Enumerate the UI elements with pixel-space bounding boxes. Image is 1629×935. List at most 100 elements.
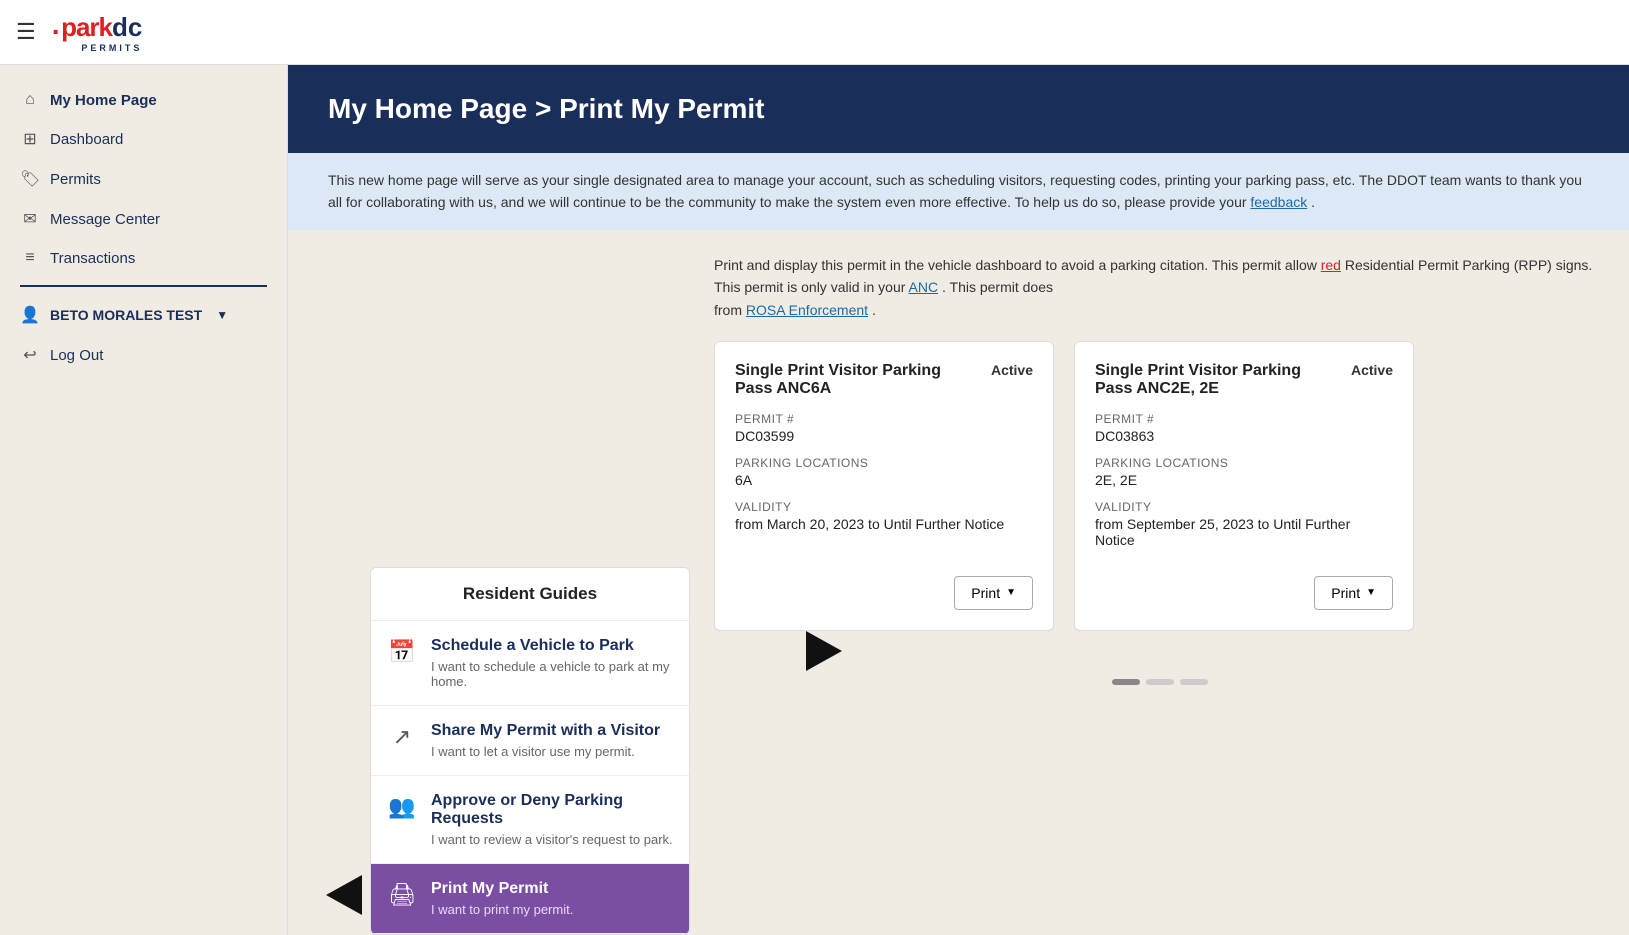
calendar-icon: 📅 [387, 639, 417, 665]
permit-card-2-status: Active [1351, 362, 1393, 378]
print-button-2-label: Print [1331, 585, 1360, 601]
permit-card-2-locations-field: Parking Locations 2E, 2E [1095, 456, 1393, 488]
page-header: My Home Page > Print My Permit [288, 65, 1629, 153]
guide-item-approve-content: Approve or Deny Parking Requests I want … [431, 792, 673, 847]
permit-card-2-locations-label: Parking Locations [1095, 456, 1393, 470]
guides-panel: Resident Guides 📅 Schedule a Vehicle to … [370, 567, 690, 935]
permits-desc-text4: . [872, 302, 876, 318]
permit-card-1-number-label: PERMIT # [735, 412, 1033, 426]
permit-card-2-validity-label: Validity [1095, 500, 1393, 514]
info-text-end: . [1311, 194, 1315, 210]
logo-dc: dc [112, 12, 142, 43]
permit-card-2-validity-field: Validity from September 25, 2023 to Unti… [1095, 500, 1393, 548]
sidebar: ⌂ My Home Page ⊞ Dashboard 🏷 Permits ✉ M… [0, 65, 288, 935]
share-icon: ↗ [387, 724, 417, 750]
red-link[interactable]: red [1321, 257, 1341, 273]
permits-desc-from: from [714, 302, 746, 318]
left-arrow-container [312, 875, 362, 915]
user-icon: 👤 [20, 305, 40, 325]
permits-section: Print and display this permit in the veh… [714, 254, 1605, 935]
sidebar-item-permits-label: Permits [50, 171, 101, 188]
guides-header: Resident Guides [371, 568, 689, 621]
guide-share-title: Share My Permit with a Visitor [431, 722, 660, 740]
logo-permits: PERMITS [61, 43, 142, 53]
guide-share-desc: I want to let a visitor use my permit. [431, 744, 660, 759]
guide-approve-title: Approve or Deny Parking Requests [431, 792, 673, 828]
sidebar-user[interactable]: 👤 BETO MORALES TEST ▼ [0, 295, 287, 335]
permits-desc-text1: Print and display this permit in the veh… [714, 257, 1317, 273]
right-arrow [806, 631, 856, 671]
guide-item-share[interactable]: ↗ Share My Permit with a Visitor I want … [371, 706, 689, 776]
content-area: My Home Page > Print My Permit This new … [288, 65, 1629, 935]
guide-schedule-title: Schedule a Vehicle to Park [431, 637, 673, 655]
permit-card-2-validity-value: from September 25, 2023 to Until Further… [1095, 516, 1393, 548]
permit-card-2-number-value: DC03863 [1095, 428, 1393, 444]
permit-card-1-name: Single Print Visitor Parking Pass ANC6A [735, 362, 981, 398]
messages-icon: ✉ [20, 209, 40, 229]
permit-card-2-name: Single Print Visitor Parking Pass ANC2E,… [1095, 362, 1341, 398]
guide-item-print-content: Print My Permit I want to print my permi… [431, 880, 573, 917]
print-icon: 🖨 [387, 882, 417, 908]
dropdown-arrow-icon-1: ▼ [1006, 587, 1016, 598]
sidebar-item-transactions-label: Transactions [50, 250, 135, 267]
pagination-dots [714, 671, 1605, 693]
permit-card-1-validity-value: from March 20, 2023 to Until Further Not… [735, 516, 1033, 532]
logo: · park dc PERMITS [52, 12, 143, 53]
sidebar-item-transactions[interactable]: ≡ Transactions [0, 239, 287, 277]
dropdown-arrow-icon-2: ▼ [1366, 587, 1376, 598]
permit-card-2: Single Print Visitor Parking Pass ANC2E,… [1074, 341, 1414, 631]
guide-item-approve[interactable]: 👥 Approve or Deny Parking Requests I wan… [371, 776, 689, 864]
permit-card-2-number-field: PERMIT # DC03863 [1095, 412, 1393, 444]
anc-link[interactable]: ANC [909, 279, 939, 295]
main-content: Resident Guides 📅 Schedule a Vehicle to … [288, 230, 1629, 935]
chevron-down-icon: ▼ [216, 308, 228, 322]
feedback-link[interactable]: feedback [1250, 194, 1307, 210]
people-icon: 👥 [387, 794, 417, 820]
permits-description: Print and display this permit in the veh… [714, 254, 1605, 321]
permit-cards-row: Single Print Visitor Parking Pass ANC6A … [714, 341, 1605, 671]
permit-card-2-footer: Print ▼ [1095, 560, 1393, 610]
top-navigation: ☰ · park dc PERMITS [0, 0, 1629, 65]
logout-icon: ↩ [20, 345, 40, 365]
permit-card-1-footer: Print ▼ [735, 560, 1033, 610]
permit-card-1-locations-label: Parking Locations [735, 456, 1033, 470]
guides-container: Resident Guides 📅 Schedule a Vehicle to … [312, 254, 690, 935]
print-button-1-label: Print [971, 585, 1000, 601]
sidebar-item-messages[interactable]: ✉ Message Center [0, 199, 287, 239]
guide-item-print[interactable]: 🖨 Print My Permit I want to print my per… [371, 864, 689, 934]
info-text-3: the community to make the system even mo… [665, 194, 1250, 210]
page-breadcrumb: My Home Page > Print My Permit [328, 93, 764, 124]
guide-item-schedule[interactable]: 📅 Schedule a Vehicle to Park I want to s… [371, 621, 689, 706]
logo-park: park [61, 12, 112, 43]
permits-desc-text3: . This permit does [942, 279, 1053, 295]
left-arrow [312, 875, 362, 915]
rosa-link[interactable]: ROSA Enforcement [746, 302, 868, 318]
permit-card-2-number-label: PERMIT # [1095, 412, 1393, 426]
print-button-1[interactable]: Print ▼ [954, 576, 1033, 610]
sidebar-logout-label: Log Out [50, 347, 103, 364]
permit-card-1-locations-field: Parking Locations 6A [735, 456, 1033, 488]
sidebar-item-home[interactable]: ⌂ My Home Page [0, 81, 287, 119]
sidebar-item-permits[interactable]: 🏷 Permits [0, 159, 287, 199]
hamburger-menu[interactable]: ☰ [16, 19, 36, 45]
logo-dot: · [52, 16, 61, 48]
transactions-icon: ≡ [20, 249, 40, 267]
guide-print-desc: I want to print my permit. [431, 902, 573, 917]
guide-schedule-desc: I want to schedule a vehicle to park at … [431, 659, 673, 689]
dashboard-icon: ⊞ [20, 129, 40, 149]
dot-3 [1180, 679, 1208, 685]
print-button-2[interactable]: Print ▼ [1314, 576, 1393, 610]
sidebar-item-messages-label: Message Center [50, 211, 160, 228]
permit-card-1-validity-label: Validity [735, 500, 1033, 514]
permit-cards: Single Print Visitor Parking Pass ANC6A … [714, 341, 1414, 647]
sidebar-item-home-label: My Home Page [50, 92, 157, 109]
sidebar-item-dashboard-label: Dashboard [50, 131, 123, 148]
dot-2 [1146, 679, 1174, 685]
sidebar-item-dashboard[interactable]: ⊞ Dashboard [0, 119, 287, 159]
guide-item-share-content: Share My Permit with a Visitor I want to… [431, 722, 660, 759]
permit-card-1-locations-value: 6A [735, 472, 1033, 488]
sidebar-logout[interactable]: ↩ Log Out [0, 335, 287, 375]
permit-card-1-validity-field: Validity from March 20, 2023 to Until Fu… [735, 500, 1033, 532]
right-arrow-container [806, 631, 856, 671]
sidebar-username: BETO MORALES TEST [50, 307, 202, 323]
